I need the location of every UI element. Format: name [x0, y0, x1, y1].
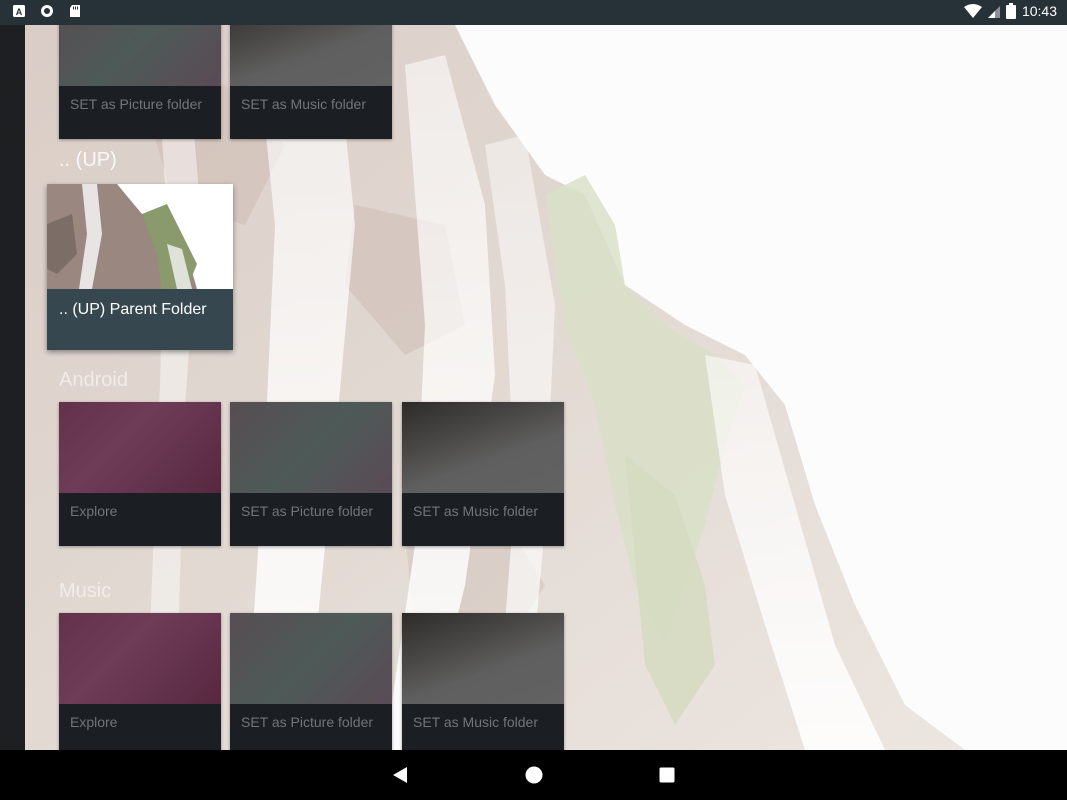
section-title-android: Android — [59, 369, 128, 391]
card-label: SET as Picture folder — [241, 503, 374, 519]
battery-icon — [1005, 3, 1016, 19]
card-set-picture-folder-android[interactable]: SET as Picture folder — [230, 402, 392, 546]
folder-browser-list: SET as Picture folder SET as Music folde… — [25, 25, 1067, 750]
navigation-bar — [0, 750, 1067, 800]
card-thumbnail — [59, 613, 221, 704]
card-label: SET as Picture folder — [241, 714, 374, 730]
card-label: SET as Picture folder — [70, 96, 203, 112]
card-explore-android[interactable]: Explore — [59, 402, 221, 546]
card-thumbnail — [402, 613, 564, 704]
waterfall-thumbnail-image — [47, 184, 233, 289]
status-time: 10:43 — [1021, 3, 1057, 19]
back-icon[interactable] — [390, 765, 410, 785]
card-label: Explore — [70, 714, 118, 730]
card-set-picture-folder-top[interactable]: SET as Picture folder — [59, 25, 221, 139]
card-set-music-folder-android[interactable]: SET as Music folder — [402, 402, 564, 546]
status-bar-notifications: A — [12, 4, 82, 18]
card-set-music-folder-music[interactable]: SET as Music folder — [402, 613, 564, 750]
home-icon[interactable] — [524, 765, 544, 785]
card-thumbnail — [59, 25, 221, 86]
card-set-picture-folder-music[interactable]: SET as Picture folder — [230, 613, 392, 750]
status-bar: A 10:43 — [0, 0, 1067, 25]
signal-icon — [987, 6, 1000, 18]
card-label: .. (UP) Parent Folder — [59, 301, 207, 318]
card-parent-folder[interactable]: .. (UP) Parent Folder — [47, 184, 233, 350]
section-title-up: .. (UP) — [59, 149, 117, 171]
card-thumbnail — [47, 184, 233, 289]
sd-card-icon — [70, 5, 80, 17]
svg-text:A: A — [16, 7, 23, 17]
circle-icon — [41, 5, 53, 17]
status-bar-system: 10:43 — [963, 3, 1057, 19]
card-label: Explore — [70, 503, 118, 519]
wifi-icon — [963, 3, 982, 18]
recents-icon[interactable] — [657, 765, 677, 785]
card-set-music-folder-top[interactable]: SET as Music folder — [230, 25, 392, 139]
a-box-icon: A — [13, 5, 25, 17]
card-thumbnail — [230, 25, 392, 86]
card-explore-music[interactable]: Explore — [59, 613, 221, 750]
card-thumbnail — [230, 402, 392, 493]
card-label: SET as Music folder — [413, 714, 539, 730]
card-thumbnail — [230, 613, 392, 704]
card-thumbnail — [402, 402, 564, 493]
card-label: SET as Music folder — [413, 503, 539, 519]
card-thumbnail — [59, 402, 221, 493]
section-title-music: Music — [59, 580, 112, 602]
left-edge-strip — [0, 25, 25, 750]
card-label: SET as Music folder — [241, 96, 367, 112]
